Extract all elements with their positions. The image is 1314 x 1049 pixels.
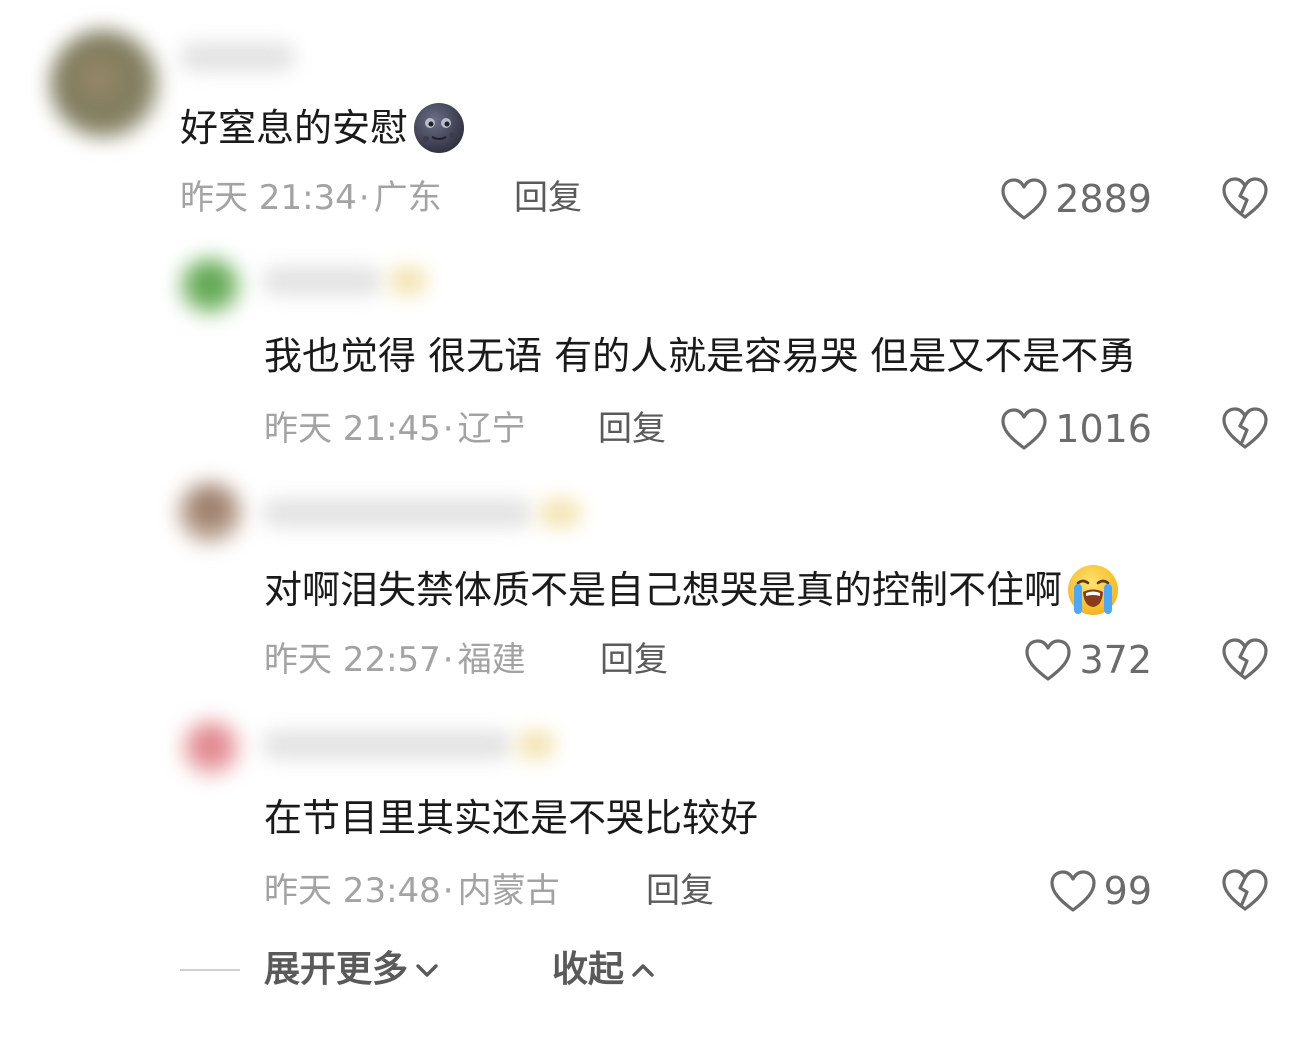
loudly-crying-face-emoji xyxy=(1068,565,1119,615)
like-button[interactable]: 372 xyxy=(1023,635,1152,685)
broken-heart-icon[interactable] xyxy=(1220,635,1270,683)
meta-separator: · xyxy=(442,640,454,680)
user-badge xyxy=(516,730,556,760)
reply-button[interactable]: 回复 xyxy=(514,178,582,218)
expand-more-label: 展开更多 xyxy=(264,949,409,990)
comment-location: 福建 xyxy=(457,640,526,680)
comment-meta: 昨天 21:45· 辽宁 xyxy=(264,409,526,449)
broken-heart-icon[interactable] xyxy=(1220,174,1270,222)
comment-meta: 昨天 21:34· 广东 xyxy=(180,178,442,218)
meta-separator: · xyxy=(442,871,454,911)
avatar[interactable] xyxy=(178,482,242,544)
comment-text: 好窒息的安慰 xyxy=(180,101,466,155)
like-button[interactable]: 2889 xyxy=(999,174,1152,224)
reply-button[interactable]: 回复 xyxy=(600,640,668,680)
collapse-button[interactable]: 收起 xyxy=(552,948,656,992)
like-count: 1016 xyxy=(1055,407,1152,451)
comment-body: 对啊泪失禁体质不是自己想哭是真的控制不住啊 xyxy=(264,568,1063,612)
divider xyxy=(180,969,240,971)
comment-text: 在节目里其实还是不哭比较好 xyxy=(264,795,758,841)
like-count: 99 xyxy=(1103,869,1152,913)
heart-icon xyxy=(1001,178,1047,220)
comment-thread: 好窒息的安慰 昨天 21:34· 广东 回复 2889 我也觉得 很无语 有的人… xyxy=(0,0,1314,1049)
comment-body: 我也觉得 很无语 有的人就是容易哭 但是又不是不勇 xyxy=(264,334,1137,378)
collapse-label: 收起 xyxy=(552,949,625,990)
comment-meta: 昨天 22:57· 福建 xyxy=(264,640,526,680)
username[interactable] xyxy=(262,498,532,528)
reply-button[interactable]: 回复 xyxy=(598,409,666,449)
heart-icon xyxy=(1001,408,1047,450)
avatar[interactable] xyxy=(180,258,240,314)
avatar[interactable] xyxy=(182,720,240,776)
comment-location: 辽宁 xyxy=(457,409,526,449)
comment-meta: 昨天 23:48· 内蒙古 xyxy=(264,871,560,911)
chevron-up-icon xyxy=(632,964,654,977)
meta-separator: · xyxy=(358,178,370,218)
broken-heart-icon[interactable] xyxy=(1220,404,1270,452)
heart-icon xyxy=(1050,870,1096,912)
user-badge xyxy=(538,498,582,528)
username[interactable] xyxy=(180,42,295,72)
avatar[interactable] xyxy=(50,30,158,138)
expand-more-button[interactable]: 展开更多 xyxy=(264,948,440,992)
reply-button[interactable]: 回复 xyxy=(646,871,714,911)
like-button[interactable]: 1016 xyxy=(999,404,1152,454)
comment-body: 在节目里其实还是不哭比较好 xyxy=(264,796,759,840)
like-count: 2889 xyxy=(1055,177,1152,221)
comment-time: 昨天 21:45 xyxy=(264,409,441,449)
new-moon-face-emoji xyxy=(414,103,465,153)
broken-heart-icon[interactable] xyxy=(1220,866,1270,914)
comment-time: 昨天 21:34 xyxy=(180,178,357,218)
username[interactable] xyxy=(262,266,382,296)
comment-location: 内蒙古 xyxy=(457,871,560,911)
meta-separator: · xyxy=(442,409,454,449)
heart-icon xyxy=(1025,639,1072,681)
comment-time: 昨天 22:57 xyxy=(264,640,441,680)
like-count: 372 xyxy=(1079,638,1152,682)
user-badge xyxy=(388,266,428,296)
username[interactable] xyxy=(262,730,512,760)
comment-location: 广东 xyxy=(373,178,442,218)
chevron-down-icon xyxy=(416,964,438,977)
like-button[interactable]: 99 xyxy=(1048,866,1152,916)
comment-text: 我也觉得 很无语 有的人就是容易哭 但是又不是不勇 xyxy=(264,333,1136,379)
comment-time: 昨天 23:48 xyxy=(264,871,441,911)
comment-text: 对啊泪失禁体质不是自己想哭是真的控制不住啊 xyxy=(264,563,1120,617)
comment-body: 好窒息的安慰 xyxy=(180,106,409,150)
